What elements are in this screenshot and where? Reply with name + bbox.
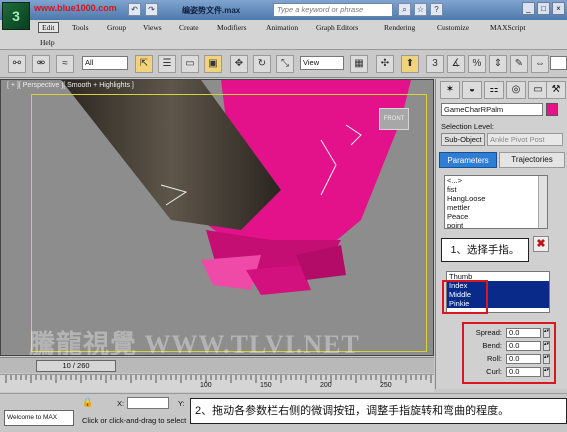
highlight-box-fingers	[442, 280, 488, 314]
select-by-name-icon[interactable]: ☰	[158, 55, 176, 73]
hierarchy-tab-icon[interactable]: ⚏	[484, 81, 504, 99]
pose-list-scrollbar[interactable]	[538, 176, 547, 228]
select-manipulate-icon[interactable]: ✣	[376, 55, 394, 73]
list-item[interactable]: point	[447, 221, 547, 228]
tick-label: 200	[320, 382, 332, 389]
search-input[interactable]: Type a keyword or phrase	[273, 3, 393, 17]
object-name-field[interactable]: GameCharRPalm	[441, 103, 543, 116]
window-title: 编姿势文件.max	[182, 6, 241, 15]
select-link-icon[interactable]: ⚯	[8, 55, 26, 73]
display-tab-icon[interactable]: ▭	[528, 81, 548, 99]
tick-label: 150	[260, 382, 272, 389]
highlight-box-params	[462, 322, 556, 384]
y-coordinate-label: Y:	[178, 399, 185, 408]
keyboard-shortcut-override-icon[interactable]: ⬆	[401, 55, 419, 73]
unlink-icon[interactable]: ⚮	[32, 55, 50, 73]
delete-pose-icon[interactable]: ✖	[533, 236, 549, 252]
menu-customize[interactable]: Customize	[437, 23, 469, 32]
close-icon[interactable]: ×	[552, 2, 565, 15]
tick-label: 100	[200, 382, 212, 389]
callout-step1: 1、选择手指。	[441, 238, 529, 262]
watermark-url: www.blue1000.com	[34, 3, 117, 13]
object-color-swatch[interactable]	[546, 103, 558, 116]
sub-object-button[interactable]: Sub-Object	[441, 133, 485, 146]
minimize-icon[interactable]: _	[522, 2, 535, 15]
utilities-tab-icon[interactable]: ⚒	[546, 81, 566, 99]
window-controls: _ □ ×	[520, 2, 565, 15]
menu-group[interactable]: Group	[107, 23, 126, 32]
modify-tab-icon[interactable]: ◒	[462, 81, 482, 99]
list-item[interactable]: fist	[447, 185, 547, 194]
redo-icon[interactable]: ↷	[145, 3, 158, 16]
tick-label: 250	[380, 382, 392, 389]
watermark-text: 騰龍視覺 WWW.TLVI.NET	[29, 330, 360, 356]
menu-rendering[interactable]: Rendering	[384, 23, 415, 32]
motion-tab-icon[interactable]: ◎	[506, 81, 526, 99]
menu-views[interactable]: Views	[143, 23, 162, 32]
scale-icon[interactable]: ⤡	[276, 55, 294, 73]
track-bar[interactable]	[0, 374, 434, 392]
view-cube[interactable]: FRONT	[379, 108, 409, 130]
rectangle-region-icon[interactable]: ▭	[181, 55, 199, 73]
menu-help[interactable]: Help	[40, 38, 55, 47]
snaps-toggle-icon[interactable]: 3	[426, 55, 444, 73]
list-item[interactable]: HangLoose	[447, 194, 547, 203]
spinner-snap-icon[interactable]: ⇕	[489, 55, 507, 73]
app-logo[interactable]: 3	[2, 2, 30, 30]
edit-named-selection-icon[interactable]: ✎	[510, 55, 528, 73]
menu-create[interactable]: Create	[179, 23, 199, 32]
prompt-line: Click or click-and-drag to select	[82, 416, 187, 425]
angle-snap-icon[interactable]: ∡	[447, 55, 465, 73]
percent-snap-icon[interactable]: %	[468, 55, 486, 73]
viewport-label[interactable]: [ + ][ Perspective ][ Smooth + Highlight…	[7, 82, 134, 89]
menu-edit[interactable]: Edit	[38, 22, 59, 33]
selection-filter-dropdown[interactable]: All	[82, 56, 128, 70]
help-icon[interactable]: ?	[430, 3, 443, 16]
callout-step2: 2、拖动各参数栏右侧的微调按钮，调整手指旋转和弯曲的程度。	[190, 398, 567, 424]
reference-coordinate-dropdown[interactable]: View	[300, 56, 344, 70]
track-bar-ticks	[5, 375, 432, 383]
bind-space-warp-icon[interactable]: ≈	[56, 55, 74, 73]
named-selection-dropdown[interactable]	[550, 56, 567, 70]
sub-object-dropdown[interactable]: Ankle Pivot Post	[487, 133, 563, 146]
perspective-viewport[interactable]: [ + ][ Perspective ][ Smooth + Highlight…	[0, 79, 434, 356]
undo-icon[interactable]: ↶	[128, 3, 141, 16]
select-object-icon[interactable]: ⇱	[135, 55, 153, 73]
lock-icon[interactable]: 🔒	[82, 397, 94, 409]
tab-parameters[interactable]: Parameters	[439, 152, 497, 168]
time-slider-thumb[interactable]: 10 / 260	[36, 360, 116, 372]
menu-animation[interactable]: Animation	[266, 23, 298, 32]
maximize-icon[interactable]: □	[537, 2, 550, 15]
pivot-center-icon[interactable]: ▦	[350, 55, 368, 73]
list-item[interactable]: <...>	[447, 176, 547, 185]
x-coordinate-field[interactable]	[127, 397, 169, 409]
menu-graph-editors[interactable]: Graph Editors	[316, 23, 358, 32]
mirror-icon[interactable]: ⇔	[531, 55, 549, 73]
time-slider[interactable]: 10 / 260	[0, 357, 434, 373]
menu-modifiers[interactable]: Modifiers	[217, 23, 247, 32]
binoculars-icon[interactable]: ⌕	[398, 3, 411, 16]
rotate-icon[interactable]: ↻	[253, 55, 271, 73]
safe-frame	[31, 94, 427, 352]
tab-trajectories[interactable]: Trajectories	[499, 152, 565, 168]
x-coordinate-label: X:	[117, 399, 125, 408]
move-icon[interactable]: ✥	[230, 55, 248, 73]
selection-level-label: Selection Level:	[441, 122, 494, 131]
menu-tools[interactable]: Tools	[72, 23, 89, 32]
create-tab-icon[interactable]: ✶	[440, 81, 460, 99]
list-item[interactable]: mettler	[447, 203, 547, 212]
list-item[interactable]: Peace	[447, 212, 547, 221]
pose-list[interactable]: <...> fist HangLoose mettler Peace point	[444, 175, 548, 229]
window-crossing-icon[interactable]: ▣	[204, 55, 222, 73]
maxscript-listener[interactable]: Welcome to MAX	[4, 410, 74, 426]
menu-maxscript[interactable]: MAXScript	[490, 23, 525, 32]
star-icon[interactable]: ☆	[414, 3, 427, 16]
